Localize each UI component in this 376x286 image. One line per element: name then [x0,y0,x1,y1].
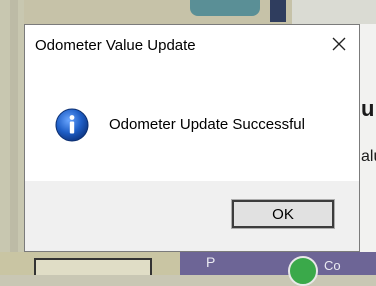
dialog-title: Odometer Value Update [35,37,196,54]
background-teal-shape [190,0,260,16]
ok-button[interactable]: OK [231,199,335,229]
background-navy-shape [270,0,286,22]
info-icon [55,108,89,142]
dialog-message: Odometer Update Successful [109,116,305,133]
background-tab-fragment: P [206,254,216,270]
close-button[interactable] [325,31,353,57]
background-bottom-text-fragment: Co [324,258,341,273]
background-bottom-box [34,258,152,275]
message-dialog: Odometer Value Update Odometer Update Su… [24,24,360,252]
background-left-strip [10,0,18,275]
background-green-indicator [288,256,318,286]
background-grid-image [292,0,376,24]
close-icon [332,37,346,51]
background-text-fragment: alu [361,148,376,165]
dialog-footer: OK [25,181,359,251]
background-heading-fragment: u [361,96,375,121]
